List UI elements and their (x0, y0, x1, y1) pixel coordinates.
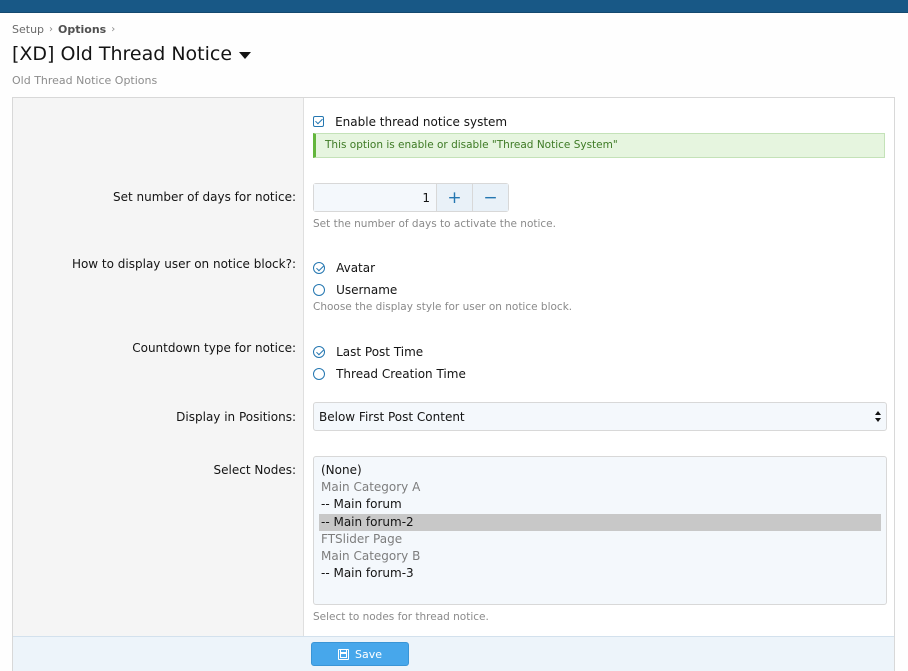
node-option-main-forum[interactable]: -- Main forum (319, 496, 881, 513)
radio-username-label[interactable]: Username (336, 283, 397, 297)
top-navigation-bar (0, 0, 908, 13)
days-hint: Set the number of days to activate the n… (313, 218, 556, 230)
radio-thread-creation-time[interactable]: Thread Creation Time (313, 363, 466, 382)
radio-avatar-button[interactable] (313, 261, 325, 274)
node-group-main-category-a: Main Category A (321, 480, 421, 495)
form-footer: Save (13, 636, 894, 671)
display-user-hint: Choose the display style for user on not… (313, 301, 573, 313)
breadcrumb: Setup › Options › (12, 23, 120, 36)
nodes-listbox[interactable]: (None) Main Category A -- Main forum -- … (313, 456, 887, 605)
chevron-right-icon: › (49, 24, 54, 35)
enable-checkbox-label[interactable]: Enable thread notice system (335, 115, 507, 129)
enable-checkbox[interactable] (313, 116, 324, 127)
caret-down-icon[interactable] (239, 51, 252, 59)
plus-button[interactable]: + (436, 184, 472, 211)
node-group-ftslider-page: FTSlider Page (321, 531, 403, 546)
display-user-label: How to display user on notice block?: (71, 257, 296, 271)
page-title-text: [XD] Old Thread Notice (12, 43, 233, 65)
breadcrumb-item-setup[interactable]: Setup (12, 23, 44, 36)
radio-username-button[interactable] (313, 283, 325, 296)
options-block: Enable thread notice system This option … (12, 97, 895, 671)
node-option-none[interactable]: (None) (319, 462, 881, 479)
save-icon (337, 648, 349, 660)
radio-last-post-time[interactable]: Last Post Time (313, 341, 423, 360)
radio-avatar-label[interactable]: Avatar (336, 261, 375, 275)
node-option-main-forum-2[interactable]: -- Main forum-2 (319, 513, 881, 531)
radio-username[interactable]: Username (313, 279, 397, 298)
days-stepper: + − (313, 183, 509, 212)
positions-select[interactable]: Below First Post Content (313, 402, 887, 431)
breadcrumb-item-options[interactable]: Options (58, 23, 106, 36)
enable-option[interactable]: Enable thread notice system (313, 111, 507, 130)
radio-thread-creation-time-button[interactable] (313, 367, 325, 380)
node-group-main-category-b: Main Category B (321, 548, 421, 563)
select-arrows-icon (875, 411, 881, 422)
days-input[interactable] (314, 184, 436, 211)
save-button[interactable]: Save (311, 642, 409, 666)
label-column (13, 98, 304, 636)
chevron-right-icon: › (111, 24, 116, 35)
page-title[interactable]: [XD] Old Thread Notice (12, 43, 252, 65)
positions-label: Display in Positions: (176, 410, 296, 424)
countdown-label: Countdown type for notice: (132, 341, 296, 355)
save-button-label: Save (354, 647, 382, 661)
nodes-label: Select Nodes: (213, 463, 296, 477)
node-option-main-forum-3[interactable]: -- Main forum-3 (319, 565, 881, 582)
radio-last-post-time-button[interactable] (313, 345, 325, 358)
page-description: Old Thread Notice Options (12, 74, 158, 87)
minus-button[interactable]: − (472, 184, 508, 211)
radio-thread-creation-time-label[interactable]: Thread Creation Time (336, 367, 466, 381)
radio-avatar[interactable]: Avatar (313, 257, 375, 276)
positions-select-value: Below First Post Content (319, 410, 465, 424)
nodes-hint: Select to nodes for thread notice. (313, 611, 489, 623)
radio-last-post-time-label[interactable]: Last Post Time (336, 345, 423, 359)
enable-info-notice: This option is enable or disable "Thread… (313, 133, 885, 158)
days-label: Set number of days for notice: (112, 190, 296, 204)
